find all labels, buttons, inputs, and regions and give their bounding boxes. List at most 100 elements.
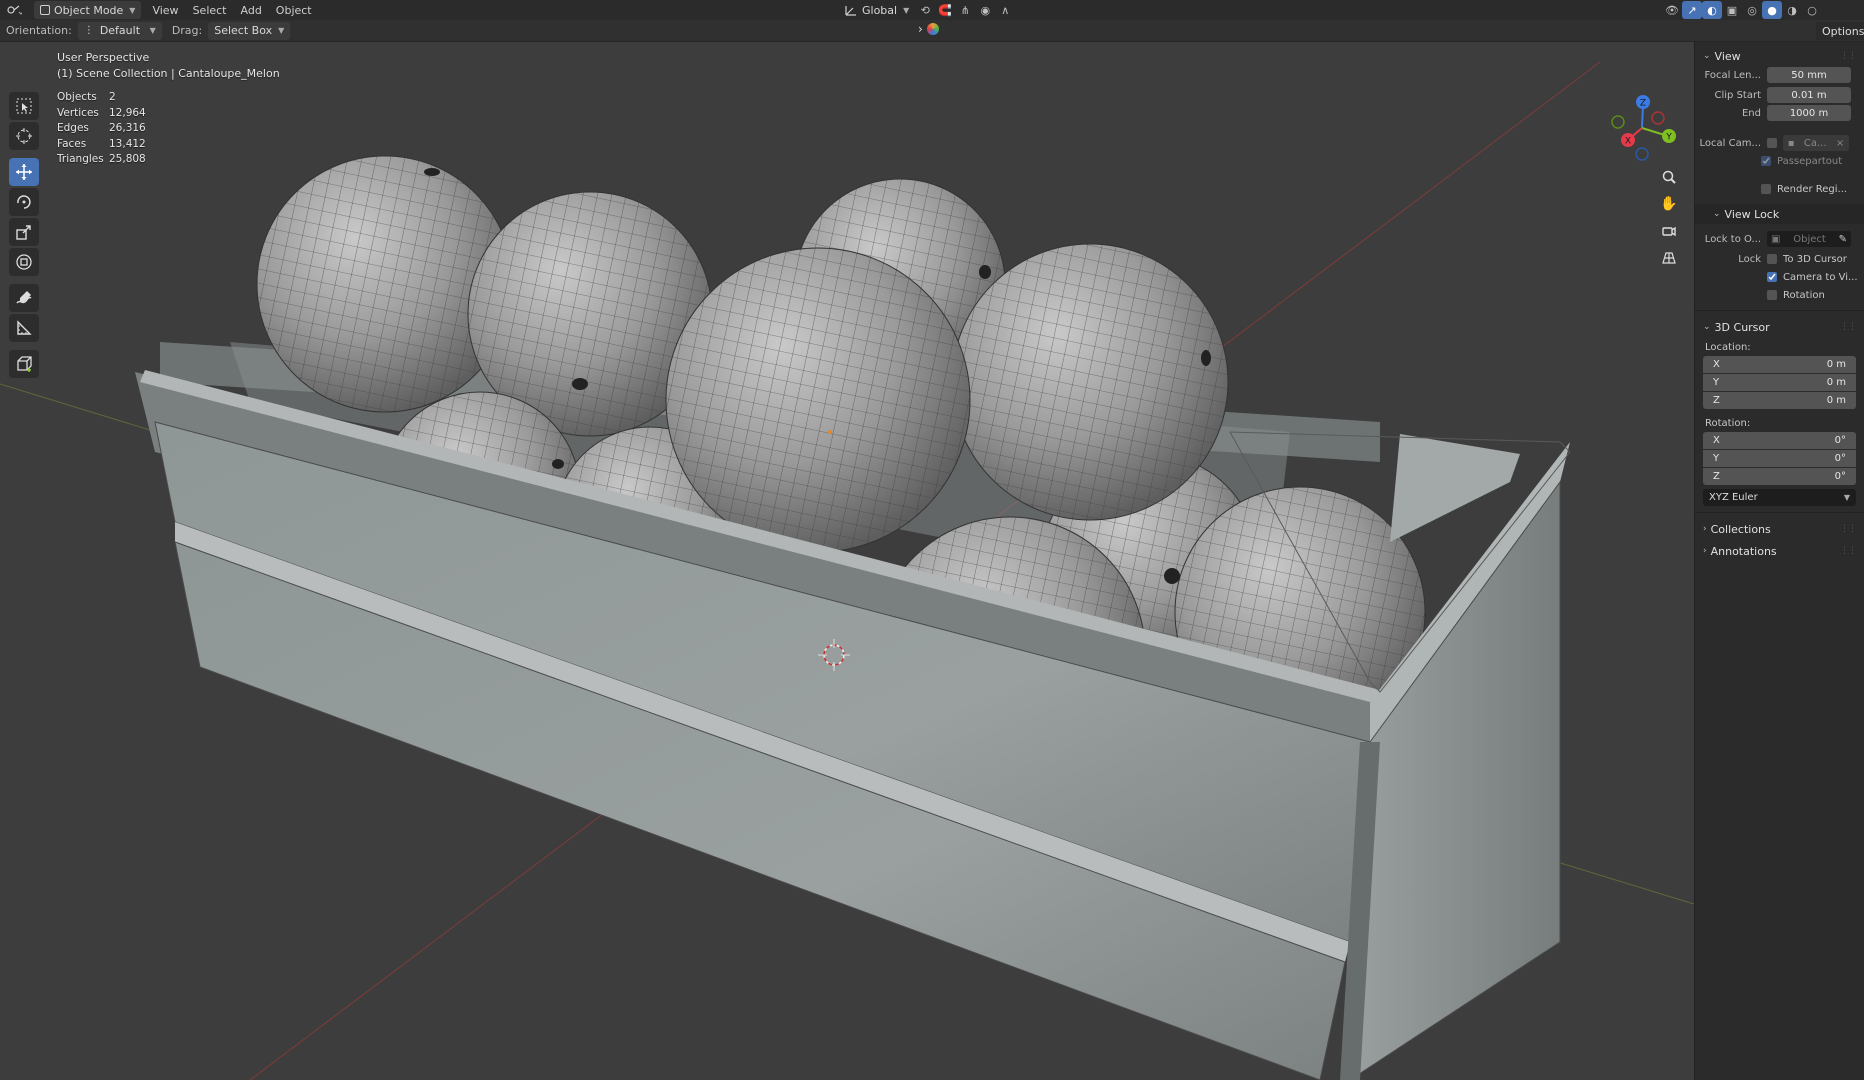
drag-setting-dropdown[interactable]: Select Box ▼ [208, 21, 291, 40]
scene-color-icon[interactable] [926, 23, 939, 35]
pan-hand-icon[interactable]: ✋ [1656, 191, 1682, 217]
camera-to-view-row: Camera to Vi... [1695, 268, 1864, 286]
drag-setting-label: Drag: [171, 24, 203, 37]
section-collections-header[interactable]: › Collections ⋮⋮ [1695, 519, 1864, 539]
axis-value: 0 m [1826, 377, 1846, 388]
focal-length-field[interactable]: 50 mm [1767, 67, 1851, 83]
solid-shading-icon[interactable]: ● [1762, 1, 1782, 19]
drag-handle-icon[interactable]: ⋮⋮ [1840, 546, 1857, 556]
section-view-header[interactable]: ⌄ View ⋮⋮ [1695, 46, 1864, 66]
menu-object[interactable]: Object [269, 1, 319, 19]
mode-dropdown[interactable]: Object Mode ▼ [34, 1, 142, 19]
scale-icon [16, 225, 31, 240]
section-3d-cursor-header[interactable]: ⌄ 3D Cursor ⋮⋮ [1695, 317, 1864, 337]
chevron-right-icon: › [1703, 524, 1707, 534]
transform-orientation-dropdown[interactable]: Global ▼ [838, 1, 915, 19]
navigation-buttons: ✋ [1656, 164, 1682, 272]
axis-value: 0° [1834, 471, 1846, 482]
measure-ruler-icon [17, 320, 32, 335]
rotation-mode-dropdown[interactable]: XYZ Euler ▼ [1703, 489, 1856, 506]
rendered-shading-icon[interactable]: ○ [1802, 1, 1822, 19]
local-camera-checkbox[interactable] [1767, 138, 1777, 148]
annotate-tool[interactable] [9, 284, 39, 312]
clip-end-field[interactable]: 1000 m [1767, 105, 1851, 121]
editor-type-icon [7, 5, 22, 15]
navigation-gizmo[interactable]: Z Y X [1606, 92, 1686, 172]
header-bar: Object Mode ▼ View Select Add Object Glo… [0, 0, 1864, 20]
cursor-rotation-y-field[interactable]: Y 0° [1703, 450, 1856, 467]
proportional-edit-icon[interactable]: ◉ [975, 1, 995, 19]
orientation-gizmo-icon: ⋮ [83, 24, 94, 36]
axis-value: 0 m [1826, 395, 1846, 406]
move-tool[interactable] [9, 158, 39, 186]
visibility-icon[interactable]: 👁 [1662, 1, 1682, 19]
section-3d-cursor-title: 3D Cursor [1714, 320, 1770, 334]
clip-end-label: End [1741, 107, 1761, 119]
close-icon[interactable]: × [1836, 138, 1844, 149]
cursor-location-y-field[interactable]: Y 0 m [1703, 374, 1856, 391]
passepartout-checkbox[interactable] [1761, 156, 1771, 166]
lock-to-object-field[interactable]: ▣ Object ✎ [1767, 231, 1851, 247]
zoom-icon[interactable] [1656, 164, 1682, 190]
add-cube-tool[interactable] [9, 350, 39, 378]
orientation-setting-dropdown[interactable]: ⋮ Default ▼ [77, 21, 162, 40]
clip-start-row: Clip Start 0.01 m [1695, 86, 1864, 104]
drag-setting-value: Select Box [214, 24, 273, 37]
cursor-rotation-x-field[interactable]: X 0° [1703, 432, 1856, 449]
section-view-lock-title: View Lock [1724, 207, 1780, 221]
eyedropper-icon[interactable]: ✎ [1839, 234, 1847, 245]
axis-gizmo-icon[interactable]: Z Y X [1606, 92, 1686, 172]
menu-add[interactable]: Add [234, 1, 269, 19]
snap-target-icon[interactable]: ⋔ [955, 1, 975, 19]
overlay-toggle-icon[interactable]: ◐ [1702, 1, 1722, 19]
options-button[interactable]: Options [1816, 22, 1864, 40]
origin-point [828, 430, 832, 434]
falloff-icon[interactable]: ∧ [995, 1, 1015, 19]
move-arrows-icon [16, 164, 32, 180]
ortho-grid-icon[interactable] [1656, 245, 1682, 271]
xray-icon[interactable]: ▣ [1722, 1, 1742, 19]
expand-arrow-icon[interactable]: › [918, 22, 923, 36]
pivot-point-icon[interactable]: ⟲ [915, 1, 935, 19]
local-camera-field[interactable]: ▪ Ca... × [1783, 135, 1849, 151]
transform-tool[interactable] [9, 248, 39, 276]
cursor-rotation-z-field[interactable]: Z 0° [1703, 468, 1856, 485]
camera-view-icon[interactable] [1656, 218, 1682, 244]
mode-label: Object Mode [54, 3, 124, 17]
drag-handle-icon[interactable]: ⋮⋮ [1840, 51, 1857, 61]
render-region-checkbox[interactable] [1761, 184, 1771, 194]
measure-tool[interactable] [9, 314, 39, 342]
lock-to-object-row: Lock to O... ▣ Object ✎ [1695, 230, 1864, 248]
drag-handle-icon[interactable]: ⋮⋮ [1840, 524, 1857, 534]
stat-label: Edges [57, 122, 89, 134]
camera-to-view-checkbox[interactable] [1767, 272, 1777, 282]
wireframe-shading-icon[interactable]: ◎ [1742, 1, 1762, 19]
cursor-location-z-field[interactable]: Z 0 m [1703, 392, 1856, 409]
cursor-location-x-field[interactable]: X 0 m [1703, 356, 1856, 373]
drag-handle-icon[interactable]: ⋮⋮ [1840, 322, 1857, 332]
menu-view[interactable]: View [145, 1, 185, 19]
clip-start-field[interactable]: 0.01 m [1767, 87, 1851, 103]
material-shading-icon[interactable]: ◑ [1782, 1, 1802, 19]
3d-viewport[interactable]: User Perspective (1) Scene Collection | … [0, 42, 1694, 1080]
gizmo-toggle-icon[interactable]: ↗ [1682, 1, 1702, 19]
lock-rotation-checkbox[interactable] [1767, 290, 1777, 300]
rotate-tool[interactable] [9, 188, 39, 216]
stat-label: Vertices [57, 106, 99, 119]
snap-icon[interactable]: 🧲 [935, 1, 955, 19]
section-annotations-header[interactable]: › Annotations ⋮⋮ [1695, 541, 1864, 561]
stat-row: Edges 26,316 [57, 121, 146, 137]
axis-value: 0° [1834, 453, 1846, 464]
stat-label: Faces [57, 137, 87, 150]
cursor-tool[interactable] [9, 122, 39, 150]
axis-label: Y [1713, 453, 1720, 464]
select-box-tool[interactable] [9, 92, 39, 120]
divider [1695, 512, 1864, 513]
section-view-lock-header[interactable]: ⌄ View Lock [1695, 204, 1864, 224]
menu-select[interactable]: Select [186, 1, 234, 19]
lock-to-object-value: Object [1793, 233, 1826, 245]
to-3d-cursor-checkbox[interactable] [1767, 254, 1777, 264]
scale-tool[interactable] [9, 218, 39, 246]
axis-label: Y [1713, 377, 1720, 388]
editor-type-button[interactable] [0, 1, 34, 19]
